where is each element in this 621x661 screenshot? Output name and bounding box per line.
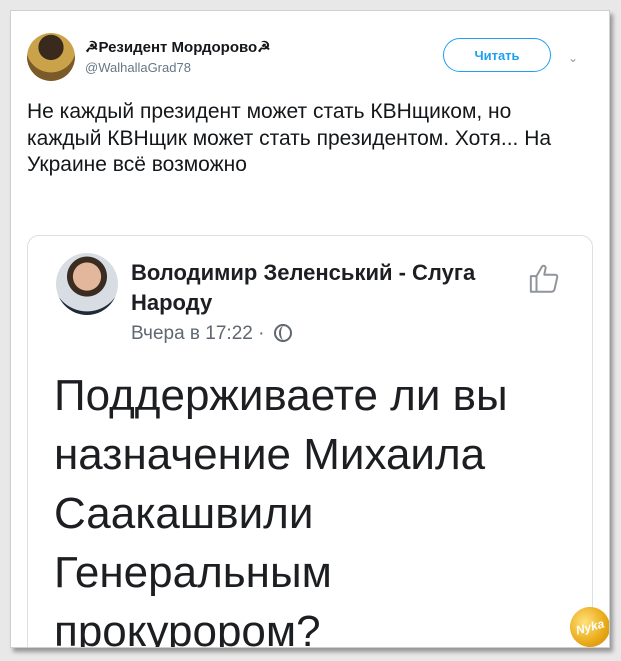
embed-time: Вчера в 17:22 · — [131, 323, 265, 344]
embed-avatar — [56, 253, 118, 315]
embed-post-text: Поддерживаете ли вы назначение Михаила С… — [54, 371, 508, 648]
thumbs-up-icon — [529, 264, 559, 293]
username[interactable]: @WalhallaGrad78 — [85, 60, 191, 75]
embedded-post[interactable]: Володимир Зеленський - Слуга Народу Вчер… — [27, 235, 593, 648]
embed-author: Володимир Зеленський - Слуга Народу — [131, 260, 476, 315]
follow-button[interactable]: Читать — [443, 38, 551, 72]
tweet-text: Не каждый президент может стать КВНщиком… — [27, 100, 552, 176]
display-name[interactable]: ☭Резидент Мордорово☭ — [85, 38, 271, 56]
tweet-card: ☭Резидент Мордорово☭ @WalhallaGrad78 Чит… — [10, 10, 610, 648]
embed-meta: Вчера в 17:22 · — [131, 323, 292, 345]
chevron-down-icon[interactable]: ⌄ — [568, 51, 578, 65]
user-avatar[interactable] — [27, 33, 75, 81]
globe-icon — [273, 324, 292, 342]
